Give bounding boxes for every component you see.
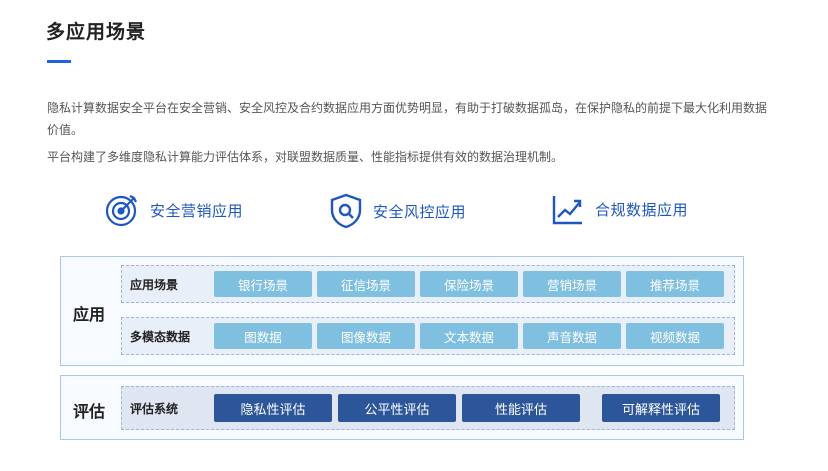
trend-chart-icon: [551, 192, 585, 226]
chip-privacy-evaluation[interactable]: 隐私性评估: [214, 394, 332, 422]
feature-label: 安全风控应用: [373, 202, 467, 221]
evaluation-panel: 评估 评估系统 隐私性评估 公平性评估 性能评估 可解释性评估: [60, 375, 744, 440]
application-panel-label: 应用: [73, 305, 106, 324]
feature-label: 合规数据应用: [595, 200, 689, 219]
chip-video-data[interactable]: 视频数据: [626, 323, 724, 349]
chip-image-data[interactable]: 图像数据: [317, 323, 415, 349]
title-underline: [47, 60, 71, 63]
scenario-row: 应用场景 银行场景 征信场景 保险场景 营销场景 推荐场景: [121, 265, 735, 303]
chip-text-data[interactable]: 文本数据: [420, 323, 518, 349]
chip-bank-scenario[interactable]: 银行场景: [214, 271, 312, 297]
feature-label: 安全营销应用: [150, 201, 244, 220]
row-label: 应用场景: [130, 277, 179, 292]
chip-explainability-evaluation[interactable]: 可解释性评估: [602, 394, 720, 422]
row-label: 多模态数据: [130, 329, 191, 344]
chip-graph-data[interactable]: 图数据: [214, 323, 312, 349]
intro-paragraph-2: 平台构建了多维度隐私计算能力评估体系，对联盟数据质量、性能指标提供有效的数据治理…: [47, 150, 564, 164]
intro-paragraph-1: 隐私计算数据安全平台在安全营销、安全风控及合约数据应用方面优势明显，有助于打破数…: [47, 101, 768, 137]
evaluation-panel-label: 评估: [73, 402, 106, 421]
shield-search-icon: [329, 192, 363, 230]
feature-compliance-data: 合规数据应用: [551, 192, 688, 226]
target-icon: [104, 192, 140, 228]
chip-credit-scenario[interactable]: 征信场景: [317, 271, 415, 297]
evaluation-system-row: 评估系统 隐私性评估 公平性评估 性能评估 可解释性评估: [121, 386, 735, 430]
section-title: 多应用场景: [46, 21, 147, 43]
feature-secure-marketing: 安全营销应用: [104, 192, 243, 228]
chip-performance-evaluation[interactable]: 性能评估: [462, 394, 580, 422]
chip-fairness-evaluation[interactable]: 公平性评估: [338, 394, 456, 422]
application-panel: 应用 应用场景 银行场景 征信场景 保险场景 营销场景 推荐场景 多模态数据 图…: [60, 256, 744, 366]
chip-insurance-scenario[interactable]: 保险场景: [420, 271, 518, 297]
multimodal-data-row: 多模态数据 图数据 图像数据 文本数据 声音数据 视频数据: [121, 317, 735, 355]
chip-marketing-scenario[interactable]: 营销场景: [523, 271, 621, 297]
chip-audio-data[interactable]: 声音数据: [523, 323, 621, 349]
feature-secure-risk-control: 安全风控应用: [329, 192, 466, 230]
chip-recommendation-scenario[interactable]: 推荐场景: [626, 271, 724, 297]
row-label: 评估系统: [130, 401, 179, 416]
